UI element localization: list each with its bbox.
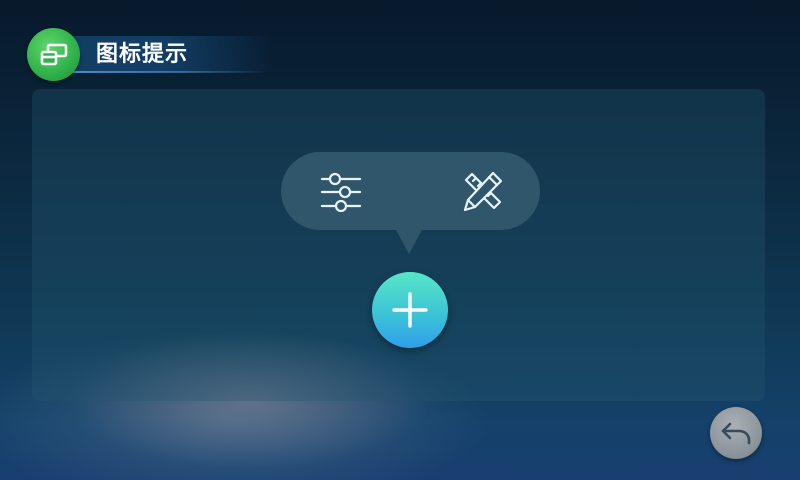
plus-icon [392,292,428,328]
pencil-ruler-icon [463,171,503,212]
window-icon [40,43,67,65]
tooltip-pointer [395,228,423,254]
back-arrow-icon [721,422,751,445]
add-button[interactable] [372,272,448,348]
title-badge [27,28,80,81]
design-tools-button[interactable] [459,168,507,214]
back-button[interactable] [710,407,762,459]
sliders-icon [320,172,362,212]
page-title: 图标提示 [96,42,189,67]
settings-button[interactable] [317,168,365,214]
